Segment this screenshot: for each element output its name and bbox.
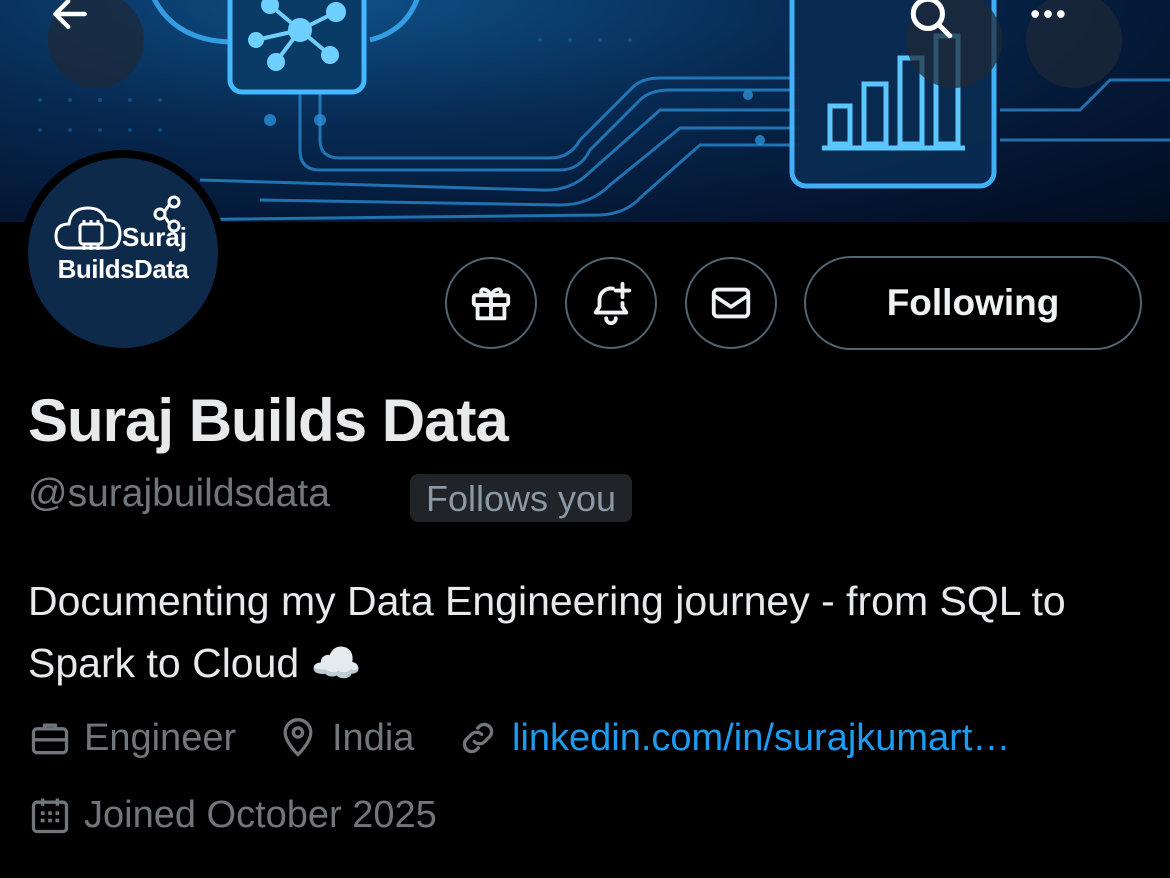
search-icon	[910, 0, 953, 39]
location-label: India	[332, 716, 415, 759]
follows-you-badge: Follows you	[410, 474, 633, 522]
following-button[interactable]: Following	[804, 256, 1142, 350]
link-icon	[462, 722, 494, 754]
profile-handle: @surajbuildsdata	[28, 472, 330, 515]
avatar-logo: Suraj BuildsData	[28, 158, 218, 348]
calendar-icon	[31, 798, 69, 834]
profession-item: Engineer	[28, 716, 236, 760]
website-item[interactable]: linkedin.com/in/surajkumart…	[456, 716, 1010, 760]
cloud-chip-icon	[54, 195, 181, 250]
message-button[interactable]	[685, 257, 777, 349]
avatar-text-buildsdata: BuildsData	[57, 254, 189, 284]
location-item: India	[276, 716, 414, 760]
joined-item: Joined October 2025	[28, 793, 437, 837]
profile-name: Suraj Builds Data	[28, 387, 509, 454]
bell-plus-icon	[593, 281, 632, 325]
mail-icon	[711, 287, 751, 319]
briefcase-icon	[31, 723, 69, 755]
more-horizontal-icon	[1031, 10, 1065, 18]
gift-button[interactable]	[445, 257, 537, 349]
joined-label: Joined October 2025	[84, 793, 437, 836]
arrow-left-icon	[53, 0, 87, 30]
notifications-button[interactable]	[565, 257, 657, 349]
avatar[interactable]: Suraj BuildsData	[20, 150, 226, 356]
avatar-text-suraj: Suraj	[122, 222, 188, 252]
profession-label: Engineer	[84, 716, 237, 759]
profile-bio: Documenting my Data Engineering journey …	[28, 578, 1066, 686]
location-pin-icon	[283, 718, 313, 757]
website-link[interactable]: linkedin.com/in/surajkumart…	[512, 717, 1010, 760]
gift-icon	[471, 287, 511, 321]
